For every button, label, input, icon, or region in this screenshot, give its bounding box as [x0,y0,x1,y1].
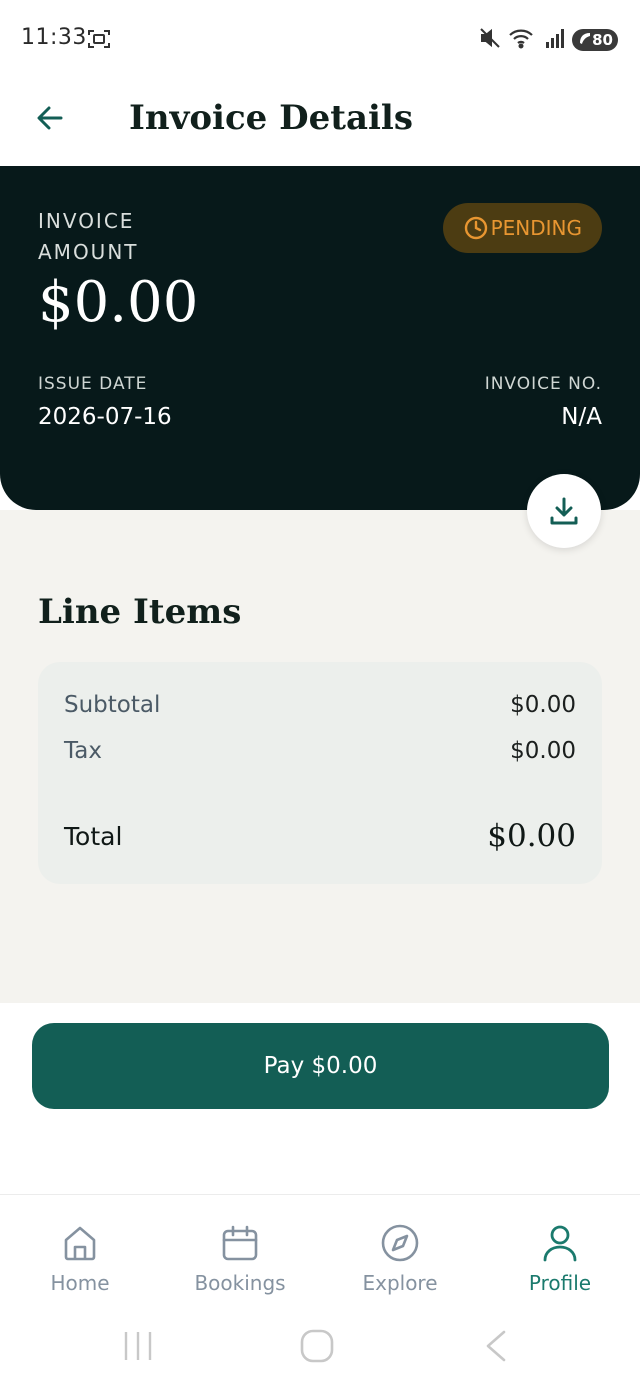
line-items-card: Subtotal $0.00 Tax $0.00 Total $0.00 [38,662,602,884]
invoice-number-label: INVOICE NO. [484,374,602,394]
total-row: Total $0.00 [64,818,576,854]
nav-label-home: Home [50,1271,110,1295]
tax-row: Tax $0.00 [64,738,576,764]
back-system-icon[interactable] [482,1328,510,1368]
issue-date-label: ISSUE DATE [38,374,148,394]
download-icon [550,497,578,525]
nav-label-explore: Explore [362,1271,438,1295]
status-text: PENDING [490,216,582,240]
line-items-title: Line Items [38,592,242,632]
nav-label-profile: Profile [528,1271,592,1295]
total-label: Total [64,821,123,851]
signal-icon [544,27,566,53]
invoice-amount: $0.00 [38,270,199,335]
total-value: $0.00 [487,818,576,854]
status-icons: 80 [478,26,618,54]
home-system-icon[interactable] [298,1328,338,1368]
battery-level: 80 [592,31,613,49]
download-button[interactable] [527,474,601,548]
recent-apps-icon[interactable] [122,1328,154,1368]
system-nav-bar [0,1314,640,1387]
subtotal-row: Subtotal $0.00 [64,692,576,718]
compass-icon [381,1224,419,1262]
pay-area: Pay $0.00 [0,1003,640,1194]
tax-label: Tax [64,738,102,764]
invoice-number-value: N/A [561,404,602,430]
clock-icon [464,216,487,240]
issue-date-value: 2026-07-16 [38,404,172,430]
nav-item-explore[interactable]: Explore [320,1195,480,1314]
tax-value: $0.00 [510,738,576,764]
home-icon [64,1226,96,1261]
status-bar: 11:33 80 [0,0,640,78]
screenshot-icon [87,28,111,54]
battery-indicator: 80 [572,29,618,51]
back-button[interactable] [28,96,72,140]
nav-item-bookings[interactable]: Bookings [160,1195,320,1314]
invoice-amount-label: INVOICE AMOUNT [38,209,139,264]
nav-label-bookings: Bookings [194,1271,286,1295]
subtotal-label: Subtotal [64,692,161,718]
status-time: 11:33 [21,25,87,50]
nav-item-profile[interactable]: Profile [480,1195,640,1314]
battery-saver-icon [578,32,592,52]
person-icon [543,1225,577,1262]
arrow-left-icon [37,106,63,130]
subtotal-value: $0.00 [510,692,576,718]
content-area: Line Items Subtotal $0.00 Tax $0.00 Tota… [0,510,640,1003]
nav-item-home[interactable]: Home [0,1195,160,1314]
bottom-nav: Home Bookings Explore Profile [0,1194,640,1314]
page-title: Invoice Details [129,98,413,138]
app-bar: Invoice Details [0,78,640,166]
calendar-icon [222,1225,258,1261]
mute-icon [478,26,502,54]
invoice-summary-card: INVOICE AMOUNT $0.00 PENDING ISSUE DATE … [0,166,640,510]
status-badge: PENDING [442,203,602,253]
pay-button[interactable]: Pay $0.00 [32,1023,609,1109]
wifi-icon [508,26,538,54]
